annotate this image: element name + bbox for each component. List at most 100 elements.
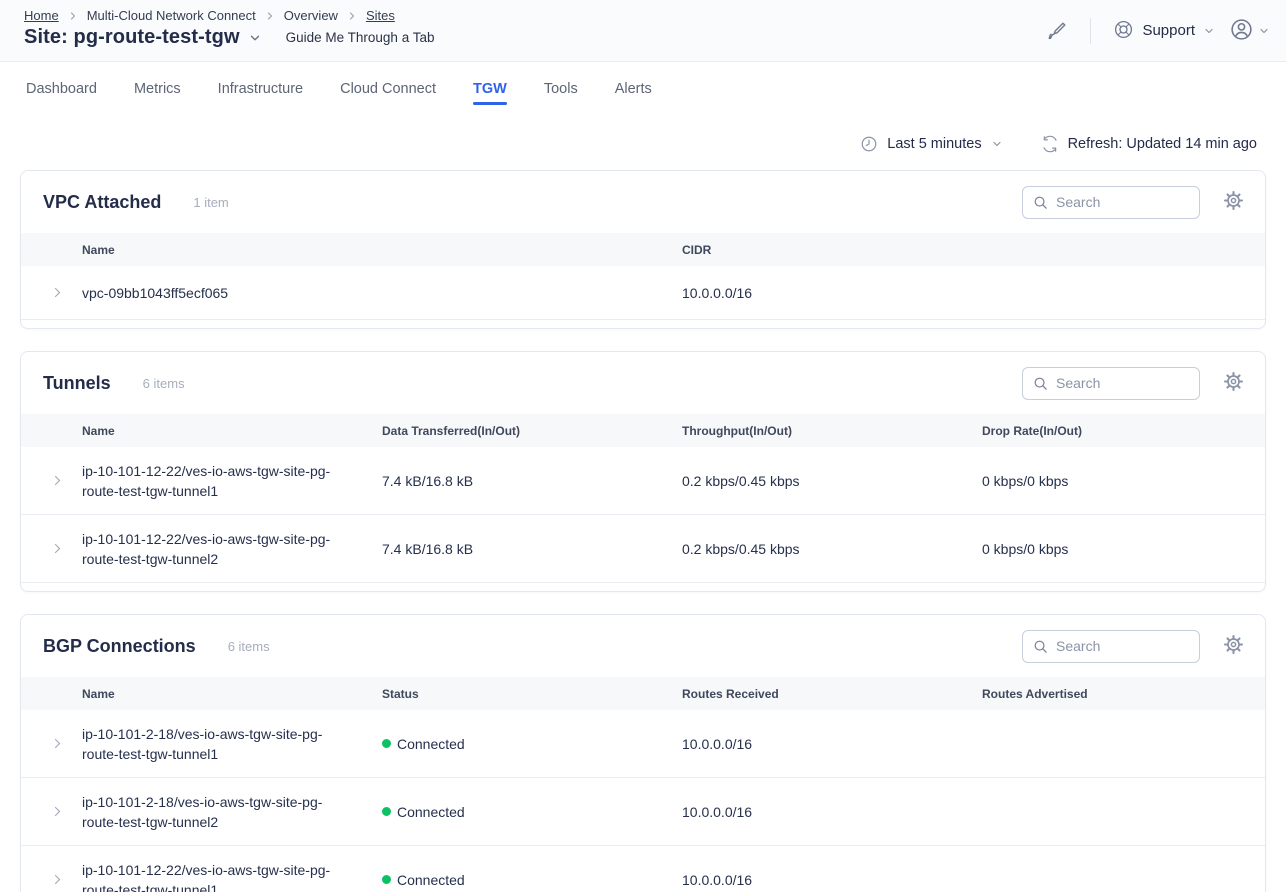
- column-header-name: Name: [82, 243, 682, 257]
- support-menu-button[interactable]: Support: [1113, 19, 1215, 43]
- table-row: ip-10-101-12-22/ves-io-aws-tgw-site-pg-r…: [21, 846, 1265, 892]
- time-toolbar: Last 5 minutes Refresh: Updated 14 min a…: [0, 115, 1286, 170]
- row-expand-chevron-icon[interactable]: [21, 286, 82, 299]
- vpc-card-header: VPC Attached 1 item: [21, 171, 1265, 233]
- bgp-card-header: BGP Connections 6 items: [21, 615, 1265, 677]
- breadcrumb-item-overview: Overview: [284, 8, 338, 23]
- tab-tools[interactable]: Tools: [544, 62, 578, 115]
- tunnel-drop-rate-cell: 0 kbps/0 kbps: [982, 539, 1265, 559]
- app-window: Home Multi-Cloud Network Connect Overvie…: [0, 0, 1286, 892]
- bgp-settings-button[interactable]: [1224, 635, 1243, 657]
- row-expand-chevron-icon[interactable]: [21, 542, 82, 555]
- time-range-selector[interactable]: Last 5 minutes: [860, 135, 1002, 153]
- tunnels-search-input[interactable]: [1056, 375, 1189, 391]
- table-row: ip-10-101-2-18/ves-io-aws-tgw-site-pg-ro…: [21, 710, 1265, 778]
- refresh-button[interactable]: Refresh: Updated 14 min ago: [1041, 135, 1257, 153]
- column-header-throughput: Throughput(In/Out): [682, 424, 982, 438]
- tab-tgw[interactable]: TGW: [473, 62, 507, 115]
- guide-me-link[interactable]: Guide Me Through a Tab: [286, 30, 435, 45]
- gear-icon: [1224, 635, 1243, 657]
- user-account-button[interactable]: [1229, 17, 1270, 45]
- bgp-name-cell: ip-10-101-12-22/ves-io-aws-tgw-site-pg-r…: [82, 860, 377, 892]
- column-header-name: Name: [82, 424, 382, 438]
- vpc-name-cell: vpc-09bb1043ff5ecf065: [82, 283, 377, 303]
- breadcrumb-home-link[interactable]: Home: [24, 8, 59, 23]
- breadcrumb: Home Multi-Cloud Network Connect Overvie…: [24, 8, 434, 23]
- breadcrumb-sites-link[interactable]: Sites: [366, 8, 395, 23]
- tab-cloud-connect[interactable]: Cloud Connect: [340, 62, 436, 115]
- tunnel-data-transferred-cell: 7.4 kB/16.8 kB: [382, 539, 682, 559]
- top-header: Home Multi-Cloud Network Connect Overvie…: [0, 0, 1286, 62]
- bgp-status-cell: Connected: [382, 870, 682, 890]
- tab-dashboard[interactable]: Dashboard: [26, 62, 97, 115]
- card-padding: [21, 320, 1265, 328]
- table-row: vpc-09bb1043ff5ecf065 10.0.0.0/16: [21, 266, 1265, 320]
- avatar-icon: [1229, 17, 1254, 45]
- tunnel-throughput-cell: 0.2 kbps/0.45 kbps: [682, 539, 982, 559]
- vpc-table-header: Name CIDR: [21, 233, 1265, 266]
- column-header-drop-rate: Drop Rate(In/Out): [982, 424, 1265, 438]
- status-label: Connected: [397, 802, 465, 822]
- title-row: Site: pg-route-test-tgw Guide Me Through…: [24, 26, 434, 49]
- tunnels-settings-button[interactable]: [1224, 372, 1243, 394]
- column-header-routes-advertised: Routes Advertised: [982, 687, 1265, 701]
- theme-brush-button[interactable]: [1046, 20, 1068, 42]
- row-expand-chevron-icon[interactable]: [21, 805, 82, 818]
- search-icon: [1033, 376, 1048, 391]
- row-expand-chevron-icon[interactable]: [21, 737, 82, 750]
- card-padding: [21, 583, 1265, 591]
- chevron-right-icon: [346, 10, 358, 22]
- tunnels-search-box: [1022, 367, 1200, 400]
- table-row: ip-10-101-12-22/ves-io-aws-tgw-site-pg-r…: [21, 515, 1265, 583]
- column-header-data-transferred: Data Transferred(In/Out): [382, 424, 682, 438]
- status-dot-icon: [382, 739, 391, 748]
- tunnels-card-title: Tunnels: [43, 373, 111, 394]
- tab-alerts[interactable]: Alerts: [615, 62, 652, 115]
- status-dot-icon: [382, 875, 391, 884]
- bgp-item-count: 6 items: [228, 639, 270, 654]
- chevron-right-icon: [264, 10, 276, 22]
- refresh-icon: [1041, 135, 1059, 153]
- search-icon: [1033, 639, 1048, 654]
- bgp-table-header: Name Status Routes Received Routes Adver…: [21, 677, 1265, 710]
- tunnel-data-transferred-cell: 7.4 kB/16.8 kB: [382, 471, 682, 491]
- tunnels-table-header: Name Data Transferred(In/Out) Throughput…: [21, 414, 1265, 447]
- bgp-card-title: BGP Connections: [43, 636, 196, 657]
- bgp-name-cell: ip-10-101-2-18/ves-io-aws-tgw-site-pg-ro…: [82, 724, 377, 764]
- refresh-status-label: Refresh: Updated 14 min ago: [1068, 136, 1257, 152]
- status-label: Connected: [397, 734, 465, 754]
- status-dot-icon: [382, 807, 391, 816]
- bgp-search-box: [1022, 630, 1200, 663]
- tunnels-card-header: Tunnels 6 items: [21, 352, 1265, 414]
- tunnel-name-cell: ip-10-101-12-22/ves-io-aws-tgw-site-pg-r…: [82, 461, 377, 501]
- table-row: ip-10-101-12-22/ves-io-aws-tgw-site-pg-r…: [21, 447, 1265, 515]
- row-expand-chevron-icon[interactable]: [21, 873, 82, 886]
- bgp-name-cell: ip-10-101-2-18/ves-io-aws-tgw-site-pg-ro…: [82, 792, 377, 832]
- row-expand-chevron-icon[interactable]: [21, 474, 82, 487]
- tab-metrics[interactable]: Metrics: [134, 62, 181, 115]
- tunnels-item-count: 6 items: [143, 376, 185, 391]
- vpc-attached-card: VPC Attached 1 item: [20, 170, 1266, 329]
- vpc-item-count: 1 item: [193, 195, 228, 210]
- chevron-down-icon: [991, 138, 1003, 150]
- tab-infrastructure[interactable]: Infrastructure: [218, 62, 303, 115]
- bgp-routes-received-cell: 10.0.0.0/16: [682, 870, 982, 890]
- vpc-search-input[interactable]: [1056, 194, 1189, 210]
- time-range-label: Last 5 minutes: [887, 136, 981, 152]
- page-title: Site: pg-route-test-tgw: [24, 26, 240, 49]
- bgp-status-cell: Connected: [382, 802, 682, 822]
- bgp-routes-received-cell: 10.0.0.0/16: [682, 802, 982, 822]
- breadcrumb-item-mcnc: Multi-Cloud Network Connect: [87, 8, 256, 23]
- tunnels-card: Tunnels 6 items: [20, 351, 1266, 592]
- paintbrush-icon: [1046, 20, 1068, 42]
- vpc-settings-button[interactable]: [1224, 191, 1243, 213]
- status-label: Connected: [397, 870, 465, 890]
- column-header-routes-received: Routes Received: [682, 687, 982, 701]
- bgp-connections-card: BGP Connections 6 items: [20, 614, 1266, 892]
- bgp-search-input[interactable]: [1056, 638, 1189, 654]
- main-content: VPC Attached 1 item: [0, 170, 1286, 892]
- chevron-down-icon: [1258, 25, 1270, 37]
- support-icon: [1113, 19, 1134, 43]
- site-switcher-chevron-down-icon[interactable]: [248, 31, 262, 45]
- tunnel-throughput-cell: 0.2 kbps/0.45 kbps: [682, 471, 982, 491]
